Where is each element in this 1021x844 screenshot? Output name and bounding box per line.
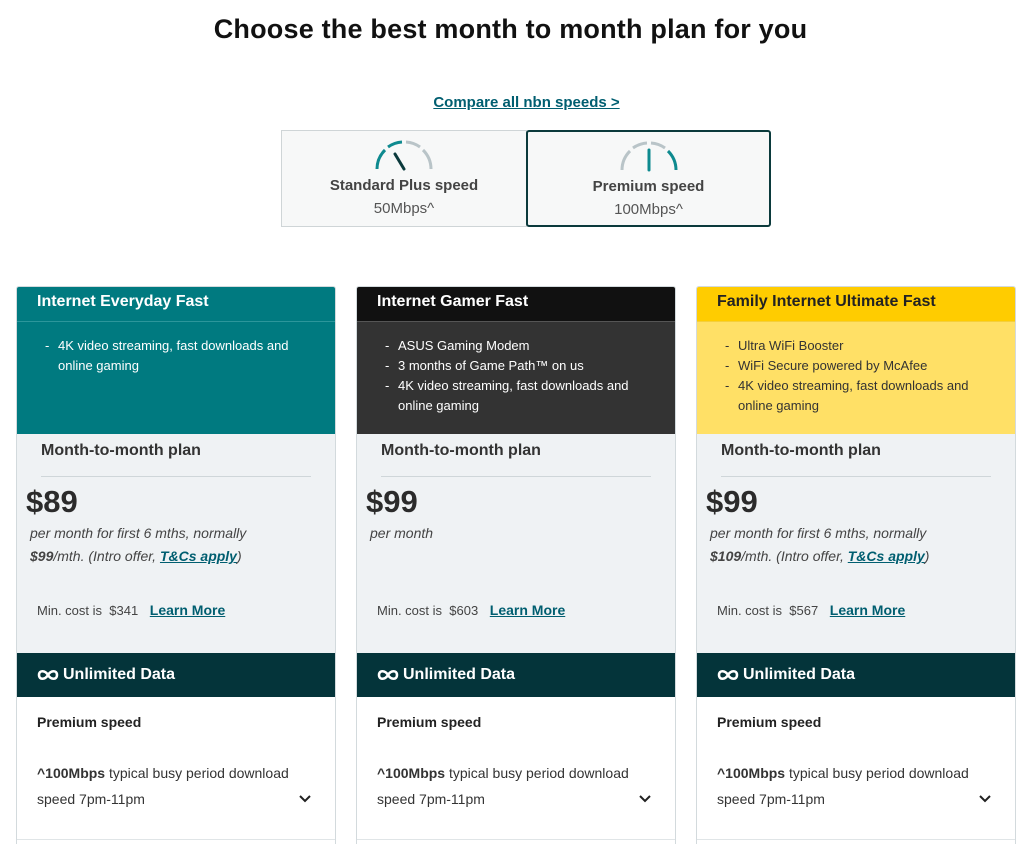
price-note: per month for first 6 mths, normally $99… (30, 522, 320, 568)
price-note-text: /mth. (Intro offer, (741, 548, 848, 564)
plan-feature: WiFi Secure powered by McAfee (725, 356, 995, 376)
speed-option-name: Premium speed (592, 178, 705, 195)
divider (17, 839, 335, 840)
plan-feature: 4K video streaming, fast downloads and o… (725, 376, 995, 416)
divider (41, 476, 311, 477)
price-note-text: per month for first 6 mths, normally (30, 525, 247, 541)
speedometer-icon (375, 140, 433, 171)
infinity-icon (717, 669, 739, 681)
learn-more-link[interactable]: Learn More (490, 602, 565, 618)
speed-details-title: Premium speed (377, 714, 482, 730)
speed-details[interactable]: Premium speed ^100Mbps typical busy peri… (17, 697, 335, 844)
min-cost-value: $341 (109, 603, 139, 618)
price: $89 (26, 484, 78, 519)
speed-toggle: Standard Plus speed 50Mbps^ Premium spee… (281, 130, 771, 228)
speed-value: ^100Mbps (377, 765, 446, 781)
min-cost-label: Min. cost is (717, 603, 783, 618)
speed-details-text: ^100Mbps typical busy period download sp… (37, 760, 297, 812)
price: $99 (366, 484, 418, 519)
divider (697, 839, 1015, 840)
speed-details-title: Premium speed (717, 714, 822, 730)
price-note-text: ) (924, 548, 930, 564)
plan-type: Month-to-month plan (41, 442, 201, 459)
min-cost: Min. cost is $567 Learn More (717, 602, 905, 618)
speed-option-value: 50Mbps^ (373, 200, 435, 217)
plan-card-everyday-fast: Internet Everyday Fast 4K video streamin… (16, 286, 336, 844)
min-cost-label: Min. cost is (377, 603, 443, 618)
plan-features: ASUS Gaming Modem 3 months of Game Path™… (357, 321, 675, 434)
learn-more-link[interactable]: Learn More (830, 602, 905, 618)
speed-value: ^100Mbps (37, 765, 106, 781)
divider (381, 476, 651, 477)
plan-features: 4K video streaming, fast downloads and o… (17, 321, 335, 434)
min-cost: Min. cost is $341 Learn More (37, 602, 225, 618)
infinity-icon (37, 669, 59, 681)
speedometer-icon (620, 141, 677, 172)
min-cost: Min. cost is $603 Learn More (377, 602, 565, 618)
tcs-link[interactable]: T&Cs apply (848, 548, 925, 564)
data-allowance-bar: Unlimited Data (357, 653, 675, 697)
plan-title: Internet Everyday Fast (17, 287, 335, 321)
speed-details[interactable]: Premium speed ^100Mbps typical busy peri… (697, 697, 1015, 844)
price-note: per month for first 6 mths, normally $10… (710, 522, 1000, 568)
normal-price: $99 (30, 548, 54, 564)
plan-feature: 4K video streaming, fast downloads and o… (45, 336, 315, 376)
min-cost-value: $567 (789, 603, 819, 618)
plan-feature: ASUS Gaming Modem (385, 336, 655, 356)
plan-feature: 4K video streaming, fast downloads and o… (385, 376, 655, 416)
price-section: Month-to-month plan $99 per month Min. c… (357, 434, 675, 653)
price-note-text: per month (370, 525, 434, 541)
speed-details-text: ^100Mbps typical busy period download sp… (377, 760, 637, 812)
data-label: Unlimited Data (743, 666, 856, 683)
price-note-text: per month for first 6 mths, normally (710, 525, 927, 541)
divider (357, 839, 675, 840)
chevron-down-icon[interactable] (297, 793, 313, 805)
min-cost-value: $603 (449, 603, 479, 618)
min-cost-label: Min. cost is (37, 603, 103, 618)
speed-option-value: 100Mbps^ (614, 201, 683, 218)
data-label: Unlimited Data (403, 666, 516, 683)
speed-option-standard-plus[interactable]: Standard Plus speed 50Mbps^ (281, 130, 527, 227)
price-section: Month-to-month plan $99 per month for fi… (697, 434, 1015, 653)
speed-value: ^100Mbps (717, 765, 786, 781)
data-label: Unlimited Data (63, 666, 176, 683)
divider (721, 476, 991, 477)
chevron-down-icon[interactable] (977, 793, 993, 805)
data-allowance-bar: Unlimited Data (17, 653, 335, 697)
speed-details[interactable]: Premium speed ^100Mbps typical busy peri… (357, 697, 675, 844)
chevron-down-icon[interactable] (637, 793, 653, 805)
compare-speeds-link[interactable]: Compare all nbn speeds > (0, 94, 1021, 111)
plan-type: Month-to-month plan (721, 442, 881, 459)
plan-type: Month-to-month plan (381, 442, 541, 459)
plan-feature: 3 months of Game Path™ on us (385, 356, 655, 376)
data-allowance-bar: Unlimited Data (697, 653, 1015, 697)
infinity-icon (377, 669, 399, 681)
plan-card-gamer-fast: Internet Gamer Fast ASUS Gaming Modem 3 … (356, 286, 676, 844)
speed-details-title: Premium speed (37, 714, 142, 730)
plan-feature: Ultra WiFi Booster (725, 336, 995, 356)
price: $99 (706, 484, 758, 519)
learn-more-link[interactable]: Learn More (150, 602, 225, 618)
plan-title: Internet Gamer Fast (357, 287, 675, 321)
plan-card-family-ultimate-fast: Family Internet Ultimate Fast Ultra WiFi… (696, 286, 1016, 844)
price-section: Month-to-month plan $89 per month for fi… (17, 434, 335, 653)
tcs-link[interactable]: T&Cs apply (160, 548, 237, 564)
normal-price: $109 (710, 548, 742, 564)
price-note: per month (370, 522, 660, 545)
speed-option-premium[interactable]: Premium speed 100Mbps^ (526, 130, 771, 227)
plan-features: Ultra WiFi Booster WiFi Secure powered b… (697, 321, 1015, 434)
plan-title: Family Internet Ultimate Fast (697, 287, 1015, 321)
speed-details-text: ^100Mbps typical busy period download sp… (717, 760, 977, 812)
price-note-text: /mth. (Intro offer, (53, 548, 160, 564)
speed-option-name: Standard Plus speed (329, 177, 479, 194)
page-title: Choose the best month to month plan for … (213, 14, 808, 44)
price-note-text: ) (236, 548, 242, 564)
